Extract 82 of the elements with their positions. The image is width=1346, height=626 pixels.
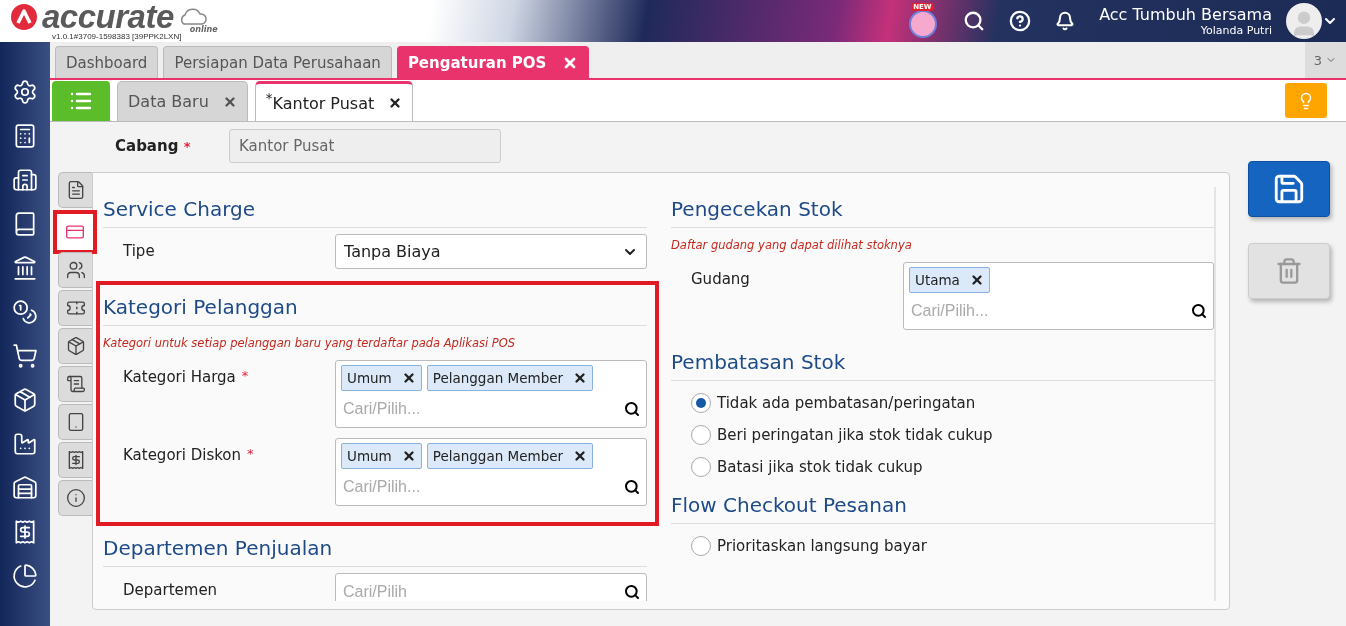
search-input[interactable]: Cari/Pilih...: [909, 302, 1191, 320]
close-icon[interactable]: [388, 95, 403, 110]
search-icon[interactable]: [963, 10, 986, 32]
radio-option[interactable]: Batasi jika stok tidak cukup: [671, 451, 1214, 483]
field-label: Departemen: [122, 580, 219, 599]
tag: Pelanggan Member: [426, 443, 594, 469]
brand-name: accurate: [42, 1, 174, 32]
scroll-icon: [65, 374, 86, 394]
save-button[interactable]: [1248, 161, 1330, 217]
close-icon[interactable]: [573, 371, 588, 385]
save-icon: [1272, 172, 1306, 206]
side-tab[interactable]: [58, 172, 92, 208]
radio-option[interactable]: Beri peringatan jika stok tidak cukup: [671, 419, 1214, 451]
side-tab[interactable]: [58, 404, 92, 440]
field-label: Gudang: [690, 269, 751, 288]
record-tab[interactable]: Data Baru: [117, 81, 248, 121]
version-text: v1.0.1#3709-1598383 [39PPK2LXN]: [52, 31, 183, 41]
section-title: Pembatasan Stok: [671, 344, 1214, 381]
page-tab[interactable]: Pengaturan POS: [396, 46, 590, 78]
tag-field[interactable]: Utama Cari/Pilih...: [903, 262, 1214, 330]
tag: Utama: [909, 267, 990, 293]
search-input[interactable]: Cari/Pilih...: [341, 478, 624, 496]
field-label: Kategori Harga *: [122, 367, 250, 386]
search-icon: [624, 479, 640, 495]
search-icon: [1191, 303, 1207, 319]
section-title: Departemen Penjualan: [103, 530, 647, 567]
section-title: Pengecekan Stok: [671, 191, 1214, 228]
page-tab[interactable]: Dashboard: [55, 46, 159, 78]
branch-label: Cabang *: [115, 137, 192, 155]
brand-subtitle: online: [189, 24, 218, 34]
radio-option[interactable]: Tidak ada pembatasan/peringatan: [671, 387, 1214, 419]
radio-button[interactable]: [691, 425, 711, 445]
tab-count-dropdown[interactable]: 3: [1305, 42, 1346, 78]
side-tab[interactable]: [58, 366, 92, 402]
side-tab[interactable]: [58, 290, 92, 326]
close-icon[interactable]: [969, 273, 984, 287]
side-tab[interactable]: [58, 252, 92, 288]
user-name: Yolanda Putri: [1200, 24, 1272, 37]
close-icon[interactable]: [573, 449, 588, 463]
page-tab[interactable]: Persiapan Data Perusahaan: [163, 46, 392, 78]
side-tab[interactable]: [53, 210, 97, 254]
box-icon: [65, 336, 86, 356]
required-mark: *: [247, 446, 254, 463]
side-tab[interactable]: [58, 328, 92, 364]
tag: Umum: [341, 365, 422, 391]
tag: Pelanggan Member: [426, 365, 594, 391]
required-mark: *: [241, 368, 249, 385]
close-icon[interactable]: [401, 371, 416, 385]
info-icon: [65, 488, 86, 508]
branch-field[interactable]: Kantor Pusat: [229, 129, 501, 163]
side-tab[interactable]: [58, 480, 92, 516]
record-tab[interactable]: $^{*}$Kantor Pusat: [254, 81, 414, 121]
close-icon[interactable]: [401, 449, 416, 463]
tag: Umum: [341, 443, 422, 469]
search-input[interactable]: Cari/Pilih: [341, 583, 624, 601]
search-input[interactable]: Cari/Pilih...: [341, 400, 624, 418]
section-note: Kategori untuk setiap pelanggan baru yang terdaftar pada Aplikasi POS: [103, 336, 517, 350]
profile-avatar[interactable]: [1286, 3, 1322, 39]
side-tab[interactable]: [58, 442, 92, 478]
tag-field[interactable]: Umum Pelanggan Member Cari/Pilih...: [335, 438, 647, 506]
section-note: Daftar gudang yang dapat dilihat stoknya: [671, 238, 913, 252]
radio-option[interactable]: Prioritaskan langsung bayar: [671, 530, 1214, 562]
logo-icon: [10, 2, 38, 31]
type-select[interactable]: Tanpa Biaya: [335, 234, 647, 269]
tag-field[interactable]: Cari/Pilih: [335, 573, 647, 601]
help-icon[interactable]: [1009, 10, 1032, 32]
section-title: Service Charge: [103, 191, 647, 228]
field-label: Kategori Diskon *: [122, 445, 255, 464]
tag-field[interactable]: Umum Pelanggan Member Cari/Pilih...: [335, 360, 647, 428]
radio-button[interactable]: [691, 393, 711, 413]
field-label: Tipe: [122, 241, 156, 260]
radio-button[interactable]: [691, 457, 711, 477]
search-icon: [624, 584, 640, 600]
trash-icon: [1275, 257, 1303, 285]
section-title: Kategori Pelanggan: [103, 289, 647, 326]
company-name: Acc Tumbuh Bersama: [1099, 5, 1272, 24]
section-title: Flow Checkout Pesanan: [671, 487, 1214, 524]
search-icon: [624, 401, 640, 417]
users-icon: [65, 260, 86, 280]
bell-icon[interactable]: [1055, 11, 1076, 31]
avatar-icon[interactable]: [909, 10, 938, 38]
radio-button[interactable]: [691, 536, 711, 556]
